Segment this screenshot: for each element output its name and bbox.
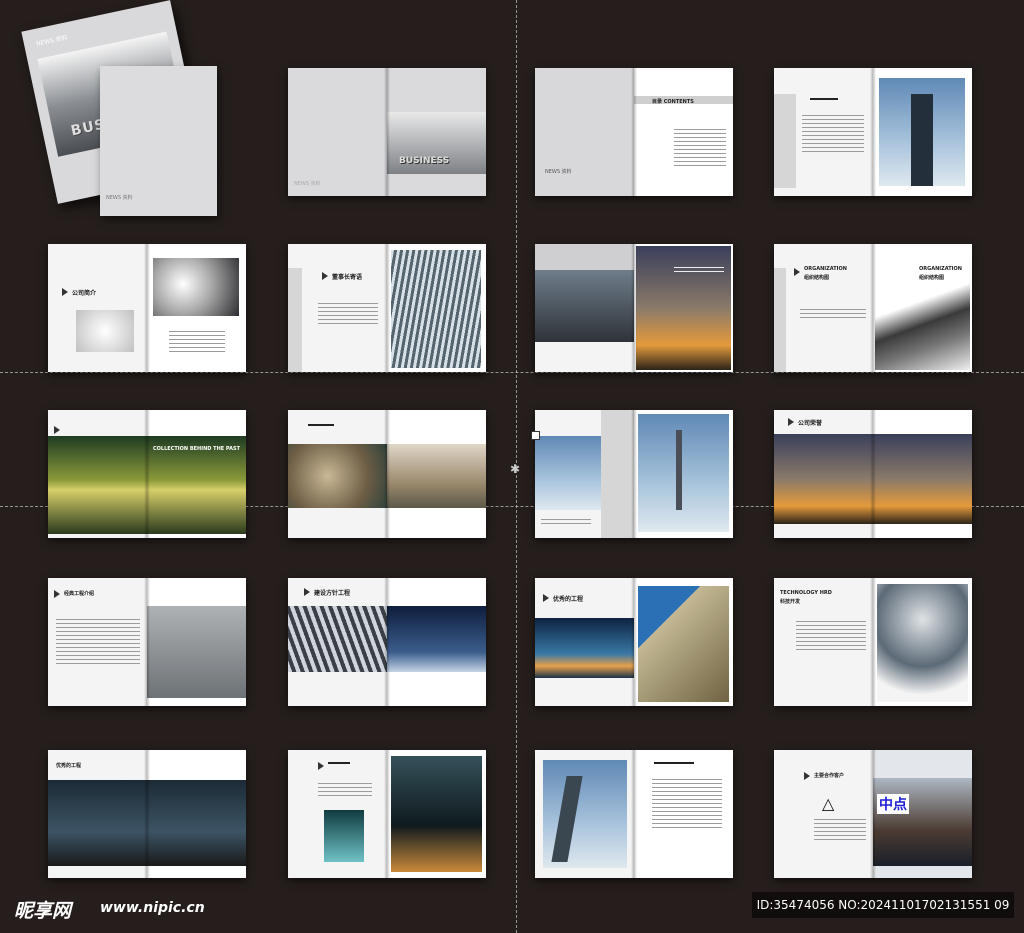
spread-17[interactable]: 优秀的工程 — [48, 750, 246, 878]
spread-16[interactable]: TECHNOLOGY HRD 科技开发 — [774, 578, 972, 706]
spread-9[interactable]: COLLECTION BEHIND THE PAST — [48, 410, 246, 538]
spread-8[interactable]: ORGANIZATION 组织结构图 ORGANIZATION 组织结构图 — [774, 244, 972, 372]
watermark-logo: 昵享网 — [14, 900, 72, 922]
spread-12[interactable]: 公司荣誉 — [774, 410, 972, 538]
spread-2[interactable]: NEWS 资料 BUSINESS — [288, 68, 486, 196]
spread-4[interactable] — [774, 68, 972, 196]
horizontal-guide[interactable] — [0, 372, 1024, 373]
overlay-label: 中点 — [877, 794, 909, 814]
spread-7[interactable] — [535, 244, 733, 372]
spread-19[interactable] — [535, 750, 733, 878]
spread-11[interactable] — [535, 410, 733, 538]
spread-15[interactable]: 优秀的工程 — [535, 578, 733, 706]
spread-18[interactable] — [288, 750, 486, 878]
cover-back: NEWS 资料 — [100, 66, 217, 216]
selection-handle[interactable] — [531, 431, 540, 440]
spread-20[interactable]: 主要合作客户 △ 中点 — [774, 750, 972, 878]
spread-13[interactable]: 经典工程介绍 — [48, 578, 246, 706]
watermark-url: www.nipic.cn — [100, 900, 205, 916]
spread-10[interactable] — [288, 410, 486, 538]
artboard: NEWS 资料 BUSINESS NEWS 资料 NEWS 资料 BUSINES… — [0, 0, 1024, 933]
spread-6[interactable]: 董事长寄语 — [288, 244, 486, 372]
cover-brand: NEWS 资料 — [35, 34, 69, 48]
image-id-label: ID:35474056 NO:20241101702131551 09 — [752, 892, 1014, 918]
spread-14[interactable]: 建设方针工程 — [288, 578, 486, 706]
spread-5[interactable]: 公司简介 — [48, 244, 246, 372]
crosshair-marker: ✱ — [510, 462, 521, 476]
spread-3[interactable]: NEWS 资料 目录 CONTENTS — [535, 68, 733, 196]
